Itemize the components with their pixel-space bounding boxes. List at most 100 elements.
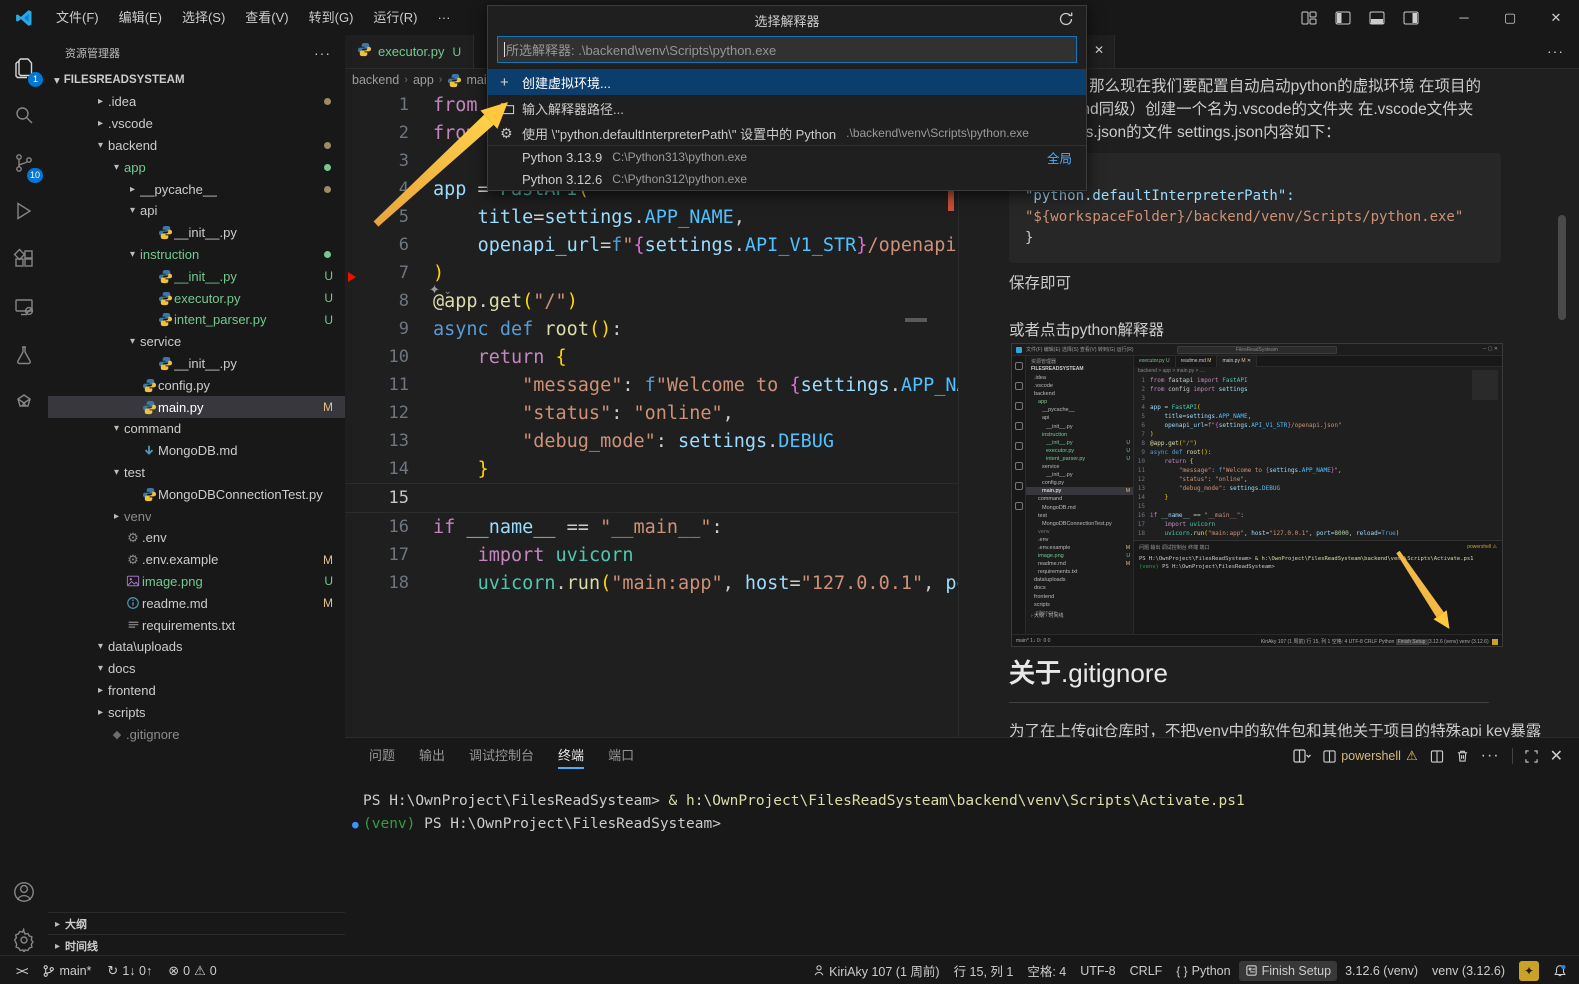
close-icon[interactable]: ✕ — [1094, 43, 1104, 57]
breadcrumb-item[interactable]: backend — [352, 73, 399, 87]
tree-item-main.py[interactable]: main.pyM — [48, 396, 345, 418]
tree-item-MongoDB.md[interactable]: MongoDB.md — [48, 440, 345, 462]
code-line[interactable]: 5 title=settings.APP_NAME, — [345, 203, 958, 231]
preview-scrollbar[interactable] — [1558, 215, 1566, 320]
maximize-button[interactable]: ▢ — [1487, 0, 1533, 35]
refresh-icon[interactable] — [1058, 11, 1074, 27]
maximize-panel-icon[interactable] — [1525, 750, 1538, 763]
quickpick-item-2[interactable]: 输入解释器路径... — [488, 95, 1086, 121]
activity-run-debug-icon[interactable] — [0, 189, 48, 233]
panel-tab-问题[interactable]: 问题 — [369, 738, 395, 774]
activity-extension-knot-icon[interactable] — [0, 381, 48, 425]
tree-item-__init__.py[interactable]: __init__.py — [48, 222, 345, 244]
tree-item-.gitignore[interactable]: ◆.gitignore — [48, 723, 345, 745]
minimize-button[interactable]: ─ — [1441, 0, 1487, 35]
status-finish-setup[interactable]: Finish Setup — [1239, 961, 1337, 981]
tree-item-config.py[interactable]: config.py — [48, 374, 345, 396]
breadcrumb-item[interactable]: app — [413, 73, 434, 87]
status-indentation[interactable]: 空格: 4 — [1021, 958, 1072, 983]
interpreter-search-input[interactable]: 所选解释器: .\backend\venv\Scripts\python.exe — [497, 36, 1077, 63]
code-line[interactable]: 10 return { — [345, 343, 958, 371]
tree-item-instruction[interactable]: ▾instruction — [48, 244, 345, 266]
close-panel-icon[interactable]: ✕ — [1550, 746, 1563, 766]
status-git-branch[interactable]: main* — [36, 961, 97, 981]
code-line[interactable]: 15 — [345, 483, 958, 513]
trash-icon[interactable] — [1456, 749, 1469, 763]
activity-extensions-icon[interactable] — [0, 237, 48, 281]
tree-item-readme.md[interactable]: readme.mdM — [48, 592, 345, 614]
activity-source-control-icon[interactable]: 10 — [0, 141, 48, 185]
code-line[interactable]: 16if __name__ == "__main__": — [345, 513, 958, 541]
more-actions-icon[interactable]: ··· — [1481, 747, 1500, 765]
tree-item-venv[interactable]: ▸venv — [48, 505, 345, 527]
code-line[interactable]: 14 } — [345, 455, 958, 483]
tree-item-__init__.py[interactable]: __init__.pyU — [48, 265, 345, 287]
tree-item-datauploads[interactable]: ▾data\uploads — [48, 636, 345, 658]
toggle-panel-icon[interactable] — [1369, 11, 1385, 25]
tree-item-scripts[interactable]: ▸scripts — [48, 701, 345, 723]
tree-item-MongoDBConnectionTest.py[interactable]: MongoDBConnectionTest.py — [48, 483, 345, 505]
terminal-output[interactable]: PS H:\OwnProject\FilesReadSysteam> & h:\… — [363, 790, 1245, 836]
status-notifications[interactable] — [1547, 961, 1573, 981]
panel-tab-输出[interactable]: 输出 — [419, 738, 445, 774]
terminal-tab-powershell[interactable]: powershell ⚠ — [1323, 748, 1417, 764]
menu-编辑[interactable]: 编辑(E) — [109, 6, 172, 30]
code-line[interactable]: 11 "message": f"Welcome to {settings.APP… — [345, 371, 958, 399]
outline-section[interactable]: ▸ 大纲 — [48, 912, 345, 935]
copilot-sparkle-icon[interactable]: ✦ ⌄ — [429, 282, 452, 298]
status-problems[interactable]: ⊗0⚠0 — [162, 960, 222, 982]
tab-executor-py[interactable]: executor.py U — [345, 35, 474, 68]
status-venv-indicator[interactable]: venv (3.12.6) — [1426, 961, 1511, 981]
tree-item-test[interactable]: ▾test — [48, 462, 345, 484]
tree-item-.idea[interactable]: ▸.idea — [48, 91, 345, 113]
tree-root-folder[interactable]: ▾ FILESREADSYSTEAM — [48, 68, 345, 91]
tree-item-docs[interactable]: ▾docs — [48, 658, 345, 680]
panel-tab-终端[interactable]: 终端 — [558, 738, 584, 774]
toggle-secondary-sidebar-icon[interactable] — [1403, 11, 1419, 25]
panel-tab-端口[interactable]: 端口 — [608, 738, 634, 774]
status-git-sync[interactable]: ↻1↓ 0↑ — [101, 960, 158, 982]
menu-运行[interactable]: 运行(R) — [363, 6, 427, 30]
status-python-interpreter[interactable]: 3.12.6 (venv) — [1339, 961, 1424, 981]
tree-item-requirements.txt[interactable]: requirements.txt — [48, 614, 345, 636]
split-terminal-dropdown-icon[interactable] — [1293, 749, 1311, 763]
sidebar-more-actions[interactable]: ··· — [314, 45, 331, 61]
tree-item-__pycache__[interactable]: ▸__pycache__ — [48, 178, 345, 200]
panel-tab-调试控制台[interactable]: 调试控制台 — [469, 738, 534, 774]
status-language-mode[interactable]: { }Python — [1170, 961, 1236, 981]
status-eol[interactable]: CRLF — [1124, 961, 1169, 981]
editor-more-actions[interactable]: ··· — [1547, 43, 1564, 59]
quickpick-item-4[interactable]: Python 3.13.9C:\Python313\python.exe全局 — [488, 146, 1086, 168]
activity-explorer-icon[interactable]: 1 — [0, 45, 48, 89]
code-line[interactable]: 13 "debug_mode": settings.DEBUG — [345, 427, 958, 455]
tree-item-service[interactable]: ▾service — [48, 331, 345, 353]
activity-remote-explorer-icon[interactable] — [0, 285, 48, 329]
status-extension-gold[interactable]: ✦ — [1513, 958, 1545, 984]
status-remote-indicator[interactable]: >< — [10, 961, 32, 981]
status-encoding[interactable]: UTF-8 — [1074, 961, 1121, 981]
tree-item-command[interactable]: ▾command — [48, 418, 345, 440]
tree-item-frontend[interactable]: ▸frontend — [48, 680, 345, 702]
timeline-section[interactable]: ▸ 时间线 — [48, 934, 345, 955]
customize-layout-icon[interactable] — [1301, 11, 1317, 25]
status-cursor-position[interactable]: 行 15, 列 1 — [948, 958, 1020, 983]
activity-testing-icon[interactable] — [0, 333, 48, 377]
menu-转到[interactable]: 转到(G) — [299, 6, 364, 30]
split-icon[interactable] — [1430, 750, 1444, 763]
tree-item-.env[interactable]: ⚙.env — [48, 527, 345, 549]
tree-item-backend[interactable]: ▾backend — [48, 135, 345, 157]
tree-item-.vscode[interactable]: ▸.vscode — [48, 113, 345, 135]
close-button[interactable]: ✕ — [1533, 0, 1579, 35]
code-line[interactable]: 17 import uvicorn — [345, 541, 958, 569]
tree-item-app[interactable]: ▾app — [48, 156, 345, 178]
quickpick-item-5[interactable]: Python 3.12.6C:\Python312\python.exe — [488, 168, 1086, 190]
activity-account-icon[interactable] — [0, 870, 48, 914]
tree-item-executor.py[interactable]: executor.pyU — [48, 287, 345, 309]
toggle-sidebar-icon[interactable] — [1335, 11, 1351, 25]
tree-item-__init__.py[interactable]: __init__.py — [48, 353, 345, 375]
menu-选择[interactable]: 选择(S) — [172, 6, 235, 30]
code-line[interactable]: 18 uvicorn.run("main:app", host="127.0.0… — [345, 569, 958, 597]
code-line[interactable]: 6 openapi_url=f"{settings.API_V1_STR}/op… — [345, 231, 958, 259]
quickpick-item-1[interactable]: +创建虚拟环境... — [488, 69, 1086, 95]
quickpick-item-3[interactable]: ⚙使用 \"python.defaultInterpreterPath\" 设置… — [488, 121, 1086, 146]
